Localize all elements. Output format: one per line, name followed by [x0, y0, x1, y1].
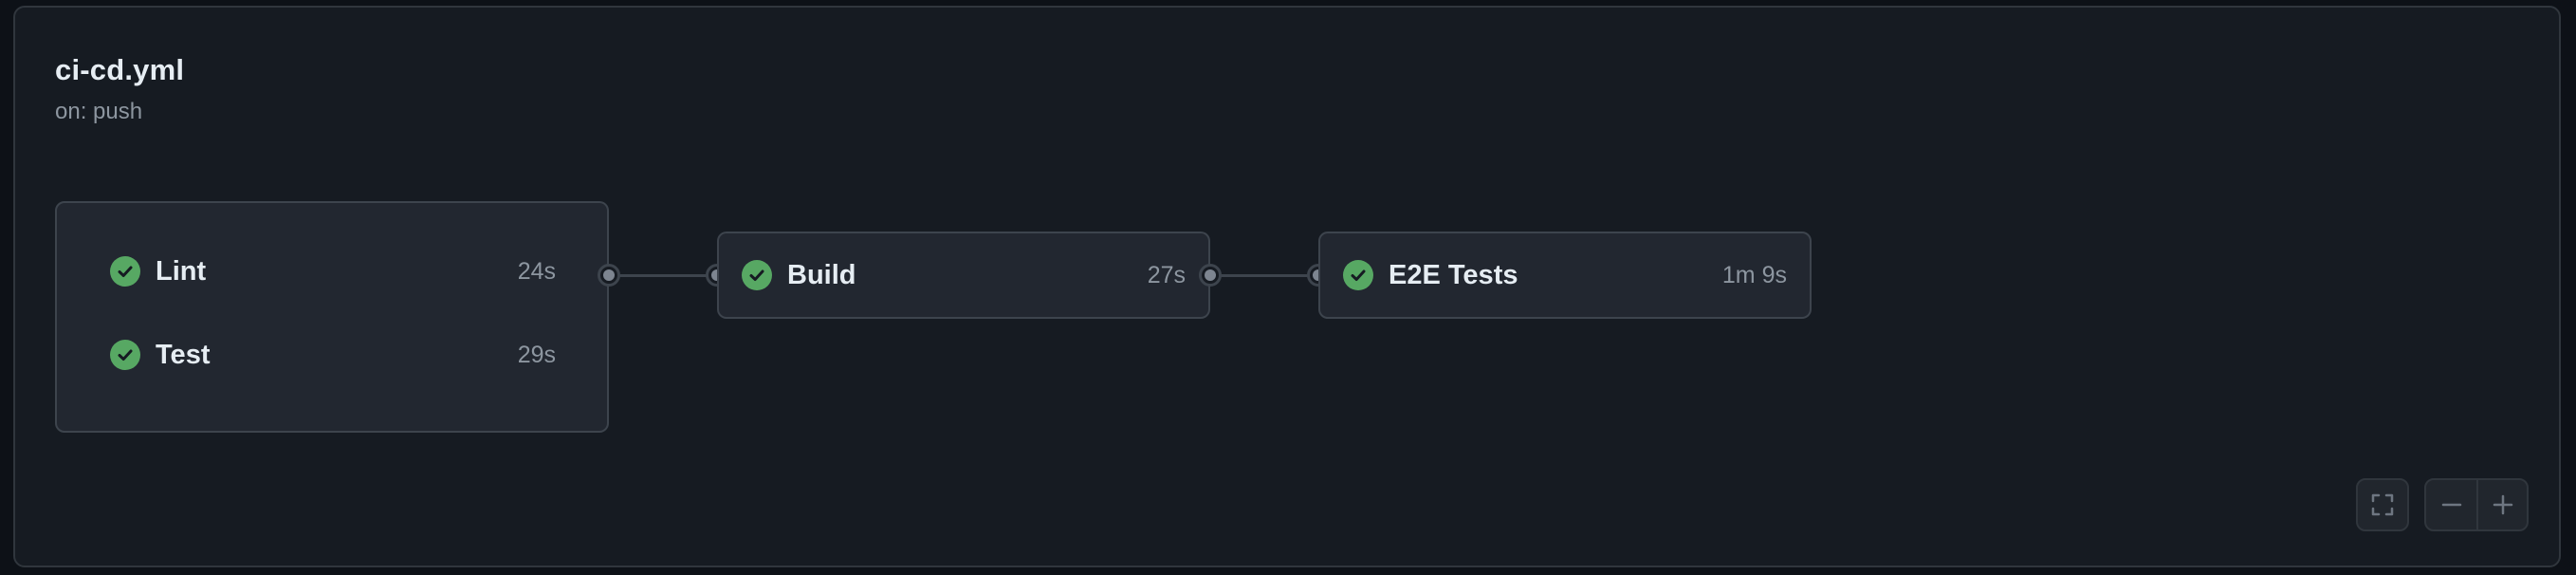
success-check-icon	[110, 256, 140, 287]
output-port	[598, 264, 620, 287]
job-name: Build	[787, 259, 856, 290]
success-check-icon	[742, 260, 772, 290]
job-name: E2E Tests	[1389, 259, 1518, 290]
job-row: Build 27s	[719, 247, 1208, 304]
fullscreen-icon	[2371, 493, 2394, 516]
job-e2e-tests[interactable]: E2E Tests 1m 9s	[1318, 232, 1812, 319]
workflow-title: ci-cd.yml	[55, 53, 185, 86]
job-test[interactable]: Test 29s	[57, 326, 607, 383]
workflow-graph-panel: ci-cd.yml on: push Lint 24s Test 29s Bui…	[13, 6, 2561, 567]
job-duration: 1m 9s	[1721, 261, 1787, 288]
zoom-controls	[2424, 478, 2529, 531]
success-check-icon	[110, 340, 140, 370]
job-lint[interactable]: Lint 24s	[57, 243, 607, 300]
job-duration: 27s	[1147, 261, 1186, 288]
job-name: Test	[156, 339, 211, 370]
zoom-out-button[interactable]	[2426, 480, 2476, 529]
workflow-trigger: on: push	[55, 99, 143, 124]
plus-icon	[2493, 494, 2513, 515]
job-build[interactable]: Build 27s	[717, 232, 1210, 319]
zoom-in-button[interactable]	[2478, 480, 2529, 529]
job-row: E2E Tests 1m 9s	[1320, 247, 1810, 304]
job-duration: 24s	[517, 257, 556, 285]
job-duration: 29s	[517, 341, 556, 368]
job-group-lint-test: Lint 24s Test 29s	[55, 201, 609, 433]
success-check-icon	[1343, 260, 1373, 290]
minus-icon	[2441, 503, 2462, 507]
fullscreen-button[interactable]	[2356, 478, 2409, 531]
output-port	[1199, 264, 1222, 287]
job-name: Lint	[156, 255, 207, 287]
